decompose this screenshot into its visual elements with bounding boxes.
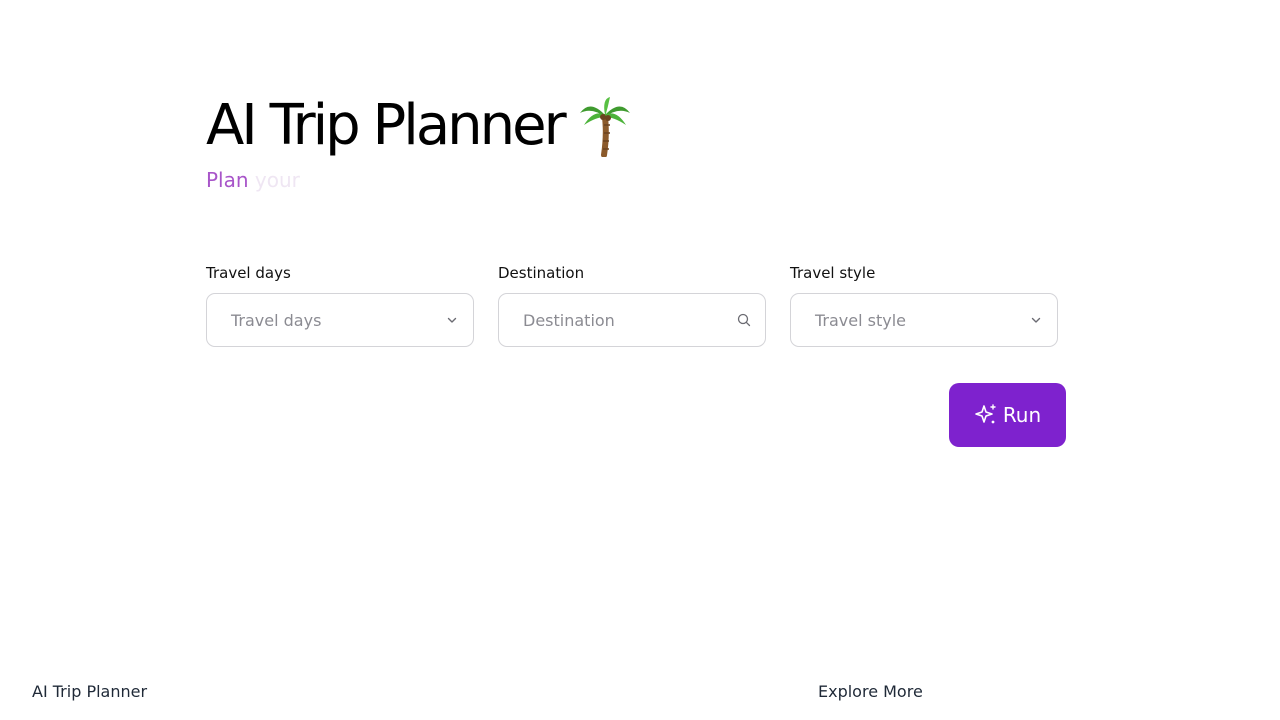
chevron-down-icon bbox=[1029, 313, 1043, 327]
palm-tree-icon bbox=[578, 95, 632, 158]
travel-days-placeholder: Travel days bbox=[231, 310, 322, 330]
travel-days-field: Travel days Travel days bbox=[206, 262, 474, 347]
search-icon bbox=[737, 313, 751, 327]
travel-style-placeholder: Travel style bbox=[815, 310, 907, 330]
chevron-down-icon bbox=[445, 313, 459, 327]
explore-more-link[interactable]: Explore More bbox=[818, 681, 923, 703]
travel-style-field: Travel style Travel style bbox=[790, 262, 1058, 347]
page-title: AI Trip Planner bbox=[206, 93, 567, 158]
run-button[interactable]: Run bbox=[949, 383, 1066, 447]
run-button-label: Run bbox=[1002, 403, 1042, 427]
subtitle: Plan your bbox=[206, 166, 632, 194]
travel-style-label: Travel style bbox=[790, 264, 876, 282]
destination-field: Destination bbox=[498, 262, 766, 347]
title-row: AI Trip Planner bbox=[206, 92, 632, 160]
destination-input-wrapper bbox=[498, 293, 766, 347]
travel-days-label: Travel days bbox=[206, 264, 291, 282]
trip-form: Travel days Travel days Destination Trav… bbox=[206, 262, 1058, 347]
hero: AI Trip Planner Plan your bbox=[206, 92, 632, 194]
page: AI Trip Planner Plan your Travel days Tr… bbox=[0, 0, 1280, 720]
travel-days-select[interactable]: Travel days bbox=[206, 293, 474, 347]
travel-style-select[interactable]: Travel style bbox=[790, 293, 1058, 347]
destination-input[interactable] bbox=[523, 310, 725, 330]
subtitle-fading-text: your bbox=[254, 168, 300, 192]
footer-brand: AI Trip Planner bbox=[32, 682, 148, 701]
subtitle-typed-text: Plan bbox=[206, 168, 249, 192]
destination-label: Destination bbox=[498, 264, 585, 282]
sparkle-icon bbox=[974, 403, 998, 427]
